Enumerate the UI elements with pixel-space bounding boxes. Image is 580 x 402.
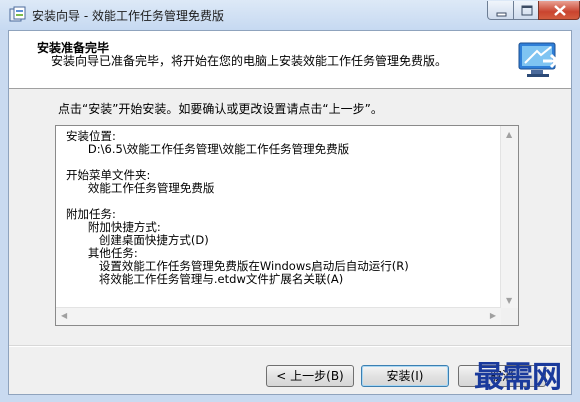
back-button[interactable]: < 上一步(B) <box>266 365 354 387</box>
installer-app-icon <box>9 6 26 22</box>
summary-memo[interactable]: 安装位置: D:\6.5\效能工作任务管理\效能工作任务管理免费版 开始菜单文件… <box>55 125 519 326</box>
scrollbar-corner <box>501 308 518 325</box>
watermark-logo: 最需网 <box>474 360 562 395</box>
close-button[interactable] <box>538 1 580 20</box>
scroll-left-icon[interactable]: ◀ <box>61 311 67 320</box>
installer-window: 安装向导 - 效能工作任务管理免费版 安装准备完毕 安装向导已准备完毕，将开始在… <box>0 0 580 402</box>
minimize-button[interactable] <box>487 1 514 20</box>
setup-computer-icon <box>518 42 559 77</box>
maximize-button[interactable] <box>513 1 539 20</box>
window-title: 安装向导 - 效能工作任务管理免费版 <box>32 9 224 23</box>
vertical-scrollbar[interactable]: ▲ ▼ <box>500 126 518 309</box>
scroll-down-icon[interactable]: ▼ <box>506 296 512 305</box>
wizard-header: 安装准备完毕 安装向导已准备完毕，将开始在您的电脑上安装效能工作任务管理免费版。 <box>9 31 571 89</box>
instruction-text: 点击“安装”开始安装。如要确认或更改设置请点击“上一步”。 <box>58 102 383 116</box>
title-bar[interactable]: 安装向导 - 效能工作任务管理免费版 <box>0 0 580 30</box>
scroll-right-icon[interactable]: ▶ <box>490 311 496 320</box>
horizontal-scrollbar[interactable]: ◀ ▶ <box>56 307 501 325</box>
minimize-icon <box>496 12 507 17</box>
install-button[interactable]: 安装(I) <box>361 365 449 387</box>
header-description: 安装向导已准备完毕，将开始在您的电脑上安装效能工作任务管理免费版。 <box>51 54 448 68</box>
maximize-icon <box>521 5 533 16</box>
footer-divider <box>9 345 571 347</box>
summary-text: 安装位置: D:\6.5\效能工作任务管理\效能工作任务管理免费版 开始菜单文件… <box>66 129 409 286</box>
wizard-client-area: 安装准备完毕 安装向导已准备完毕，将开始在您的电脑上安装效能工作任务管理免费版。… <box>8 30 572 395</box>
close-icon <box>554 5 566 16</box>
scroll-up-icon[interactable]: ▲ <box>506 130 512 139</box>
